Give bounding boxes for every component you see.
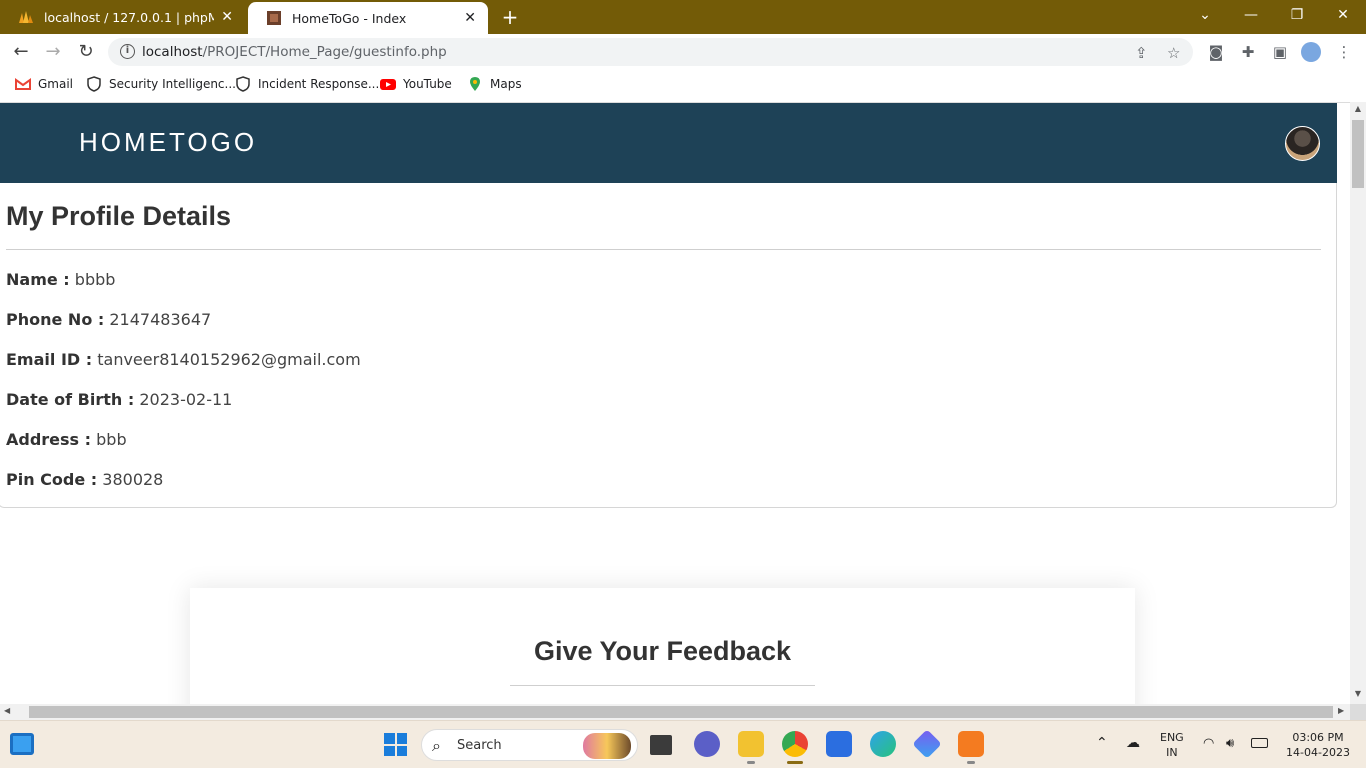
profile-field-email: Email ID : tanveer8140152962@gmail.com xyxy=(6,350,361,369)
divider xyxy=(6,249,1321,250)
close-window-button[interactable]: ✕ xyxy=(1320,0,1366,30)
bookmark-youtube[interactable]: YouTube xyxy=(380,76,452,92)
profile-field-address: Address : bbb xyxy=(6,430,127,449)
profile-field-phone: Phone No : 2147483647 xyxy=(6,310,212,329)
minimize-button[interactable]: — xyxy=(1228,0,1274,30)
site-header: HOMETOGO xyxy=(0,103,1337,183)
browser-tab-strip: localhost / 127.0.0.1 | phpMyAdmin ✕ Hom… xyxy=(0,0,1366,34)
url-text[interactable]: localhost/PROJECT/Home_Page/guestinfo.ph… xyxy=(142,44,447,60)
camera-icon[interactable]: ◙ xyxy=(1206,42,1226,62)
site-info-icon[interactable]: i xyxy=(120,44,135,59)
site-brand[interactable]: HOMETOGO xyxy=(79,127,257,158)
youtube-icon xyxy=(380,79,396,90)
bookmark-label: Maps xyxy=(490,77,522,91)
scrollbar-thumb[interactable] xyxy=(1352,120,1364,188)
reload-icon[interactable]: ↻ xyxy=(74,40,98,64)
search-icon: ⌕ xyxy=(432,736,441,755)
scroll-down-icon[interactable]: ▼ xyxy=(1350,689,1366,698)
bookmark-label: YouTube xyxy=(403,77,452,91)
address-bar[interactable]: i localhost/PROJECT/Home_Page/guestinfo.… xyxy=(108,38,1193,66)
start-windows-icon[interactable] xyxy=(384,733,407,756)
profile-avatar-icon[interactable] xyxy=(1301,42,1321,62)
extensions-puzzle-icon[interactable]: ✚ xyxy=(1238,42,1258,62)
profile-field-pincode: Pin Code : 380028 xyxy=(6,470,164,489)
bookmark-label: Incident Response... xyxy=(258,77,380,91)
profile-card: My Profile Details Name : bbbb Phone No … xyxy=(0,183,1337,508)
bookmark-label: Gmail xyxy=(38,77,74,91)
file-explorer-icon[interactable] xyxy=(738,731,764,764)
scrollbar-thumb[interactable] xyxy=(29,706,1333,718)
widgets-icon[interactable] xyxy=(10,733,34,755)
page-viewport: HOMETOGO My Profile Details Name : bbbb … xyxy=(0,102,1350,704)
teams-chat-icon[interactable] xyxy=(694,731,720,757)
bookmark-label: Security Intelligenc... xyxy=(109,77,236,91)
wifi-icon[interactable]: ◠ xyxy=(1203,736,1214,751)
browser-toolbar: ← → ↻ i localhost/PROJECT/Home_Page/gues… xyxy=(0,34,1366,70)
forward-arrow-icon[interactable]: → xyxy=(41,40,65,64)
back-arrow-icon[interactable]: ← xyxy=(9,40,33,64)
chrome-icon[interactable] xyxy=(782,731,808,764)
language-indicator[interactable]: ENG IN xyxy=(1160,730,1184,760)
bookmark-maps[interactable]: Maps xyxy=(467,76,522,92)
restore-button[interactable]: ❐ xyxy=(1274,0,1320,30)
bookmarks-bar: Gmail Security Intelligenc... Incident R… xyxy=(0,70,1366,98)
menu-kebab-icon[interactable]: ⋮ xyxy=(1334,42,1354,62)
copilot-icon[interactable] xyxy=(912,729,942,759)
profile-field-dob: Date of Birth : 2023-02-11 xyxy=(6,390,233,409)
tray-overflow-chevron-icon[interactable]: ⌃ xyxy=(1096,735,1108,751)
tab-hometogo[interactable]: HomeToGo - Index ✕ xyxy=(248,2,488,34)
feedback-title: Give Your Feedback xyxy=(533,636,792,666)
tab-title: HomeToGo - Index xyxy=(292,10,407,26)
xampp-icon[interactable] xyxy=(958,731,984,764)
taskbar: ⌕ Search ⌃ ☁ ENG IN ◠ 🔊︎ 03:06 PM 14-04-… xyxy=(0,720,1366,768)
close-tab-icon[interactable]: ✕ xyxy=(464,10,476,26)
bookmark-security-intelligence[interactable]: Security Intelligenc... xyxy=(86,76,236,92)
site-favicon-icon xyxy=(267,11,281,25)
share-icon[interactable]: ⇪ xyxy=(1135,44,1148,62)
close-tab-icon[interactable]: ✕ xyxy=(221,9,233,25)
bookmark-gmail[interactable]: Gmail xyxy=(15,76,73,92)
tab-search-chevron-icon[interactable]: ⌄ xyxy=(1182,0,1228,30)
horizontal-scrollbar[interactable]: ◀ ▶ xyxy=(0,704,1350,720)
side-panel-icon[interactable]: ▣ xyxy=(1270,42,1290,62)
tab-title: localhost / 127.0.0.1 | phpMyAdmin xyxy=(44,9,214,25)
taskbar-search[interactable]: ⌕ Search xyxy=(421,729,638,761)
profile-title: My Profile Details xyxy=(6,201,232,231)
edge-icon[interactable] xyxy=(870,731,896,757)
microsoft-store-icon[interactable] xyxy=(826,731,852,757)
scroll-right-icon[interactable]: ▶ xyxy=(1338,706,1344,715)
phpmyadmin-icon xyxy=(19,11,33,23)
scrollbar-corner xyxy=(1350,704,1366,720)
vertical-scrollbar[interactable]: ▲ ▼ xyxy=(1350,102,1366,704)
task-view-icon[interactable] xyxy=(650,735,672,755)
shield-icon xyxy=(87,76,101,92)
tab-phpmyadmin[interactable]: localhost / 127.0.0.1 | phpMyAdmin ✕ xyxy=(0,0,245,34)
onedrive-cloud-icon[interactable]: ☁ xyxy=(1126,735,1140,751)
new-tab-button[interactable]: + xyxy=(498,5,522,29)
bookmark-incident-response[interactable]: Incident Response... xyxy=(235,76,379,92)
battery-icon[interactable] xyxy=(1251,738,1268,748)
scroll-left-icon[interactable]: ◀ xyxy=(4,706,10,715)
profile-field-name: Name : bbbb xyxy=(6,270,116,289)
gmail-icon xyxy=(15,78,31,90)
feedback-card: Give Your Feedback xyxy=(190,588,1135,704)
volume-icon[interactable]: 🔊︎ xyxy=(1226,736,1234,751)
maps-pin-icon xyxy=(470,77,480,91)
user-avatar[interactable] xyxy=(1285,126,1320,161)
scroll-up-icon[interactable]: ▲ xyxy=(1350,104,1366,113)
search-highlight-image xyxy=(583,733,631,759)
bookmark-star-icon[interactable]: ☆ xyxy=(1167,44,1180,62)
divider xyxy=(510,685,815,686)
system-clock[interactable]: 03:06 PM 14-04-2023 xyxy=(1285,730,1351,760)
shield-icon xyxy=(236,76,250,92)
search-label: Search xyxy=(457,738,502,753)
